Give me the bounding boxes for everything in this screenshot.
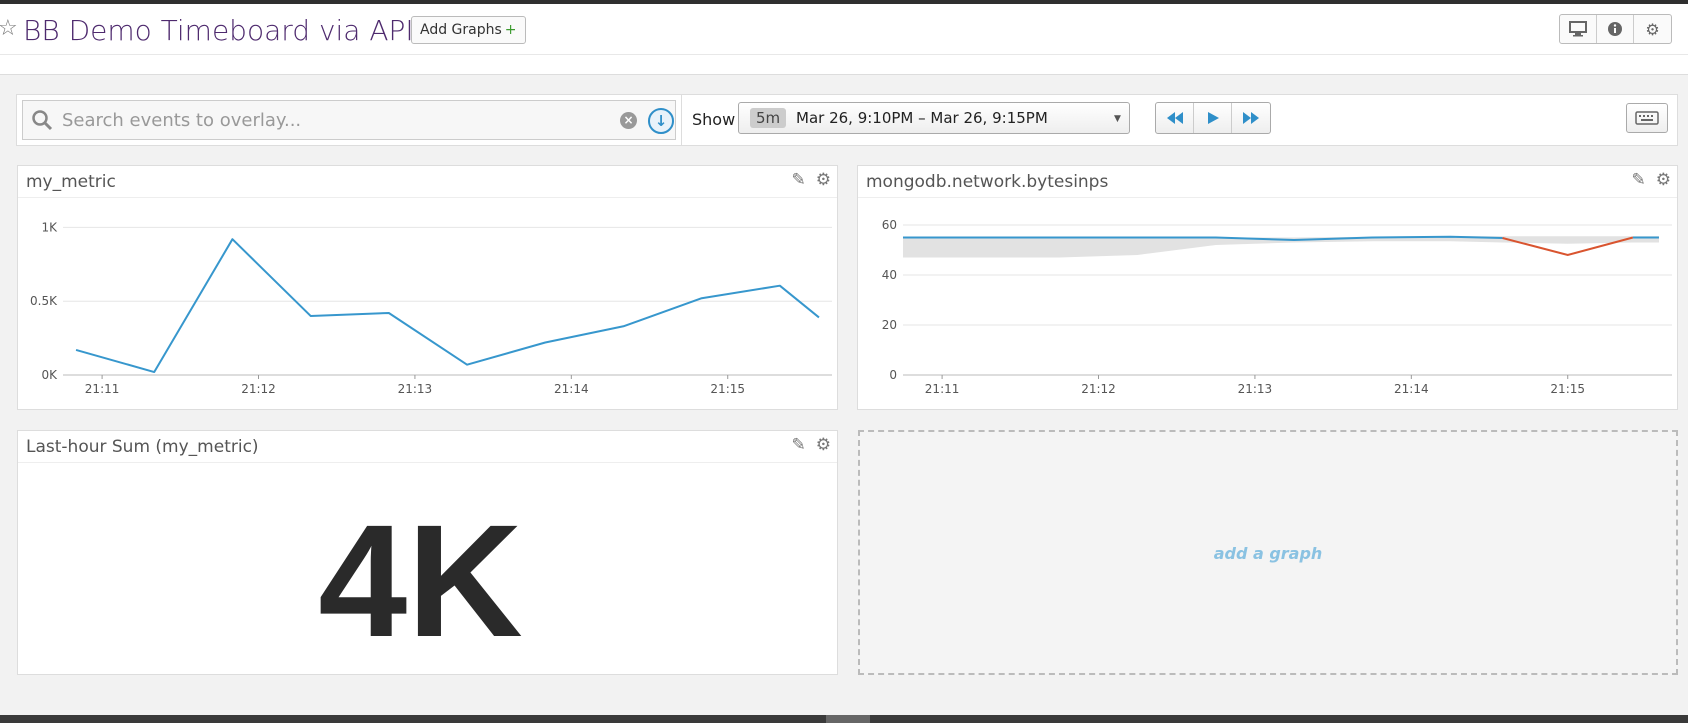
x-tick-label: 21:15: [1550, 382, 1585, 396]
toolbar-divider: [681, 95, 682, 145]
series-line: [75, 238, 820, 374]
panel-header-divider: [18, 462, 837, 463]
y-tick-label: 0: [889, 368, 897, 382]
panel-actions: ✎ ⚙: [1632, 170, 1672, 190]
panel-title: Last-hour Sum (my_metric): [26, 437, 259, 457]
header-divider: [0, 54, 1688, 55]
gear-icon[interactable]: ⚙: [816, 170, 831, 190]
star-icon[interactable]: ☆: [0, 16, 18, 41]
chevron-down-icon: ▼: [1114, 114, 1121, 124]
show-label: Show: [692, 110, 736, 129]
panel-last-hour-sum: Last-hour Sum (my_metric) ✎ ⚙ 4K: [17, 430, 838, 675]
plus-icon: +: [504, 22, 517, 38]
panel-my-metric: my_metric ✎ ⚙ 0K 0.5K 1K 21:11 21:12 21:13 21:…: [17, 165, 838, 410]
x-tick-label: 21:11: [925, 382, 960, 396]
download-icon[interactable]: ↓: [648, 108, 674, 134]
gear-icon[interactable]: ⚙: [1656, 170, 1671, 190]
panel-title: mongodb.network.bytesinps: [866, 172, 1109, 192]
fast-forward-icon[interactable]: [1232, 103, 1270, 133]
add-graph-placeholder[interactable]: add a graph: [858, 430, 1678, 675]
header-actions: ⚙: [1559, 14, 1672, 44]
x-tick-label: 21:12: [241, 382, 276, 396]
play-icon[interactable]: [1194, 103, 1232, 133]
event-toolbar: Search events to overlay... × ↓ Show 5m …: [16, 94, 1678, 146]
panel-actions: ✎ ⚙: [792, 435, 832, 455]
horizontal-scrollbar[interactable]: [0, 715, 1688, 723]
y-tick-label: 1K: [41, 220, 58, 234]
scrollbar-thumb[interactable]: [826, 715, 870, 723]
keyboard-icon[interactable]: [1626, 103, 1668, 133]
x-tick-label: 21:13: [1238, 382, 1273, 396]
panel-actions: ✎ ⚙: [792, 170, 832, 190]
mongodb-chart: 0 20 40 60 21:11 21:12 21:13 21:14 21:15: [882, 218, 1672, 396]
range-duration-tag: 5m: [750, 108, 787, 128]
y-tick-label: 20: [882, 318, 897, 332]
edit-icon[interactable]: ✎: [1632, 170, 1646, 190]
x-tick-label: 21:11: [85, 382, 120, 396]
edit-icon[interactable]: ✎: [792, 435, 806, 455]
monitor-icon[interactable]: [1560, 15, 1597, 43]
info-icon[interactable]: [1597, 15, 1634, 43]
search-placeholder: Search events to overlay...: [62, 110, 302, 131]
range-text: Mar 26, 9:10PM – Mar 26, 9:15PM: [796, 109, 1048, 127]
add-graph-link[interactable]: add a graph: [860, 544, 1676, 563]
add-graphs-button[interactable]: Add Graphs +: [411, 16, 526, 44]
x-tick-label: 21:14: [1394, 382, 1429, 396]
edit-icon[interactable]: ✎: [792, 170, 806, 190]
page-title: BB Demo Timeboard via API: [23, 14, 414, 47]
dashboard-header: ☆ BB Demo Timeboard via API Add Graphs + …: [0, 4, 1688, 75]
clear-icon[interactable]: ×: [620, 112, 637, 129]
time-range-select[interactable]: 5m Mar 26, 9:10PM – Mar 26, 9:15PM ▼: [738, 102, 1130, 134]
panel-title: my_metric: [26, 172, 116, 192]
gear-icon[interactable]: ⚙: [1634, 15, 1671, 43]
my-metric-chart: 0K 0.5K 1K 21:11 21:12 21:13 21:14 21:15: [30, 220, 832, 396]
x-tick-label: 21:13: [398, 382, 433, 396]
y-tick-label: 0K: [41, 368, 58, 382]
panel-mongodb-bytesinps: mongodb.network.bytesinps ✎ ⚙ 0 20 40 60 21:…: [857, 165, 1678, 410]
query-value: 4K: [318, 491, 523, 670]
y-tick-label: 40: [882, 268, 897, 282]
search-icon: [32, 110, 53, 131]
rewind-icon[interactable]: [1156, 103, 1194, 133]
gear-icon[interactable]: ⚙: [816, 435, 831, 455]
add-graphs-label: Add Graphs: [420, 22, 502, 38]
x-tick-label: 21:14: [554, 382, 589, 396]
x-tick-label: 21:15: [710, 382, 745, 396]
search-input[interactable]: Search events to overlay... × ↓: [22, 100, 676, 140]
playback-controls: [1155, 102, 1271, 134]
y-tick-label: 60: [882, 218, 897, 232]
x-tick-label: 21:12: [1081, 382, 1116, 396]
y-tick-label: 0.5K: [30, 294, 58, 308]
